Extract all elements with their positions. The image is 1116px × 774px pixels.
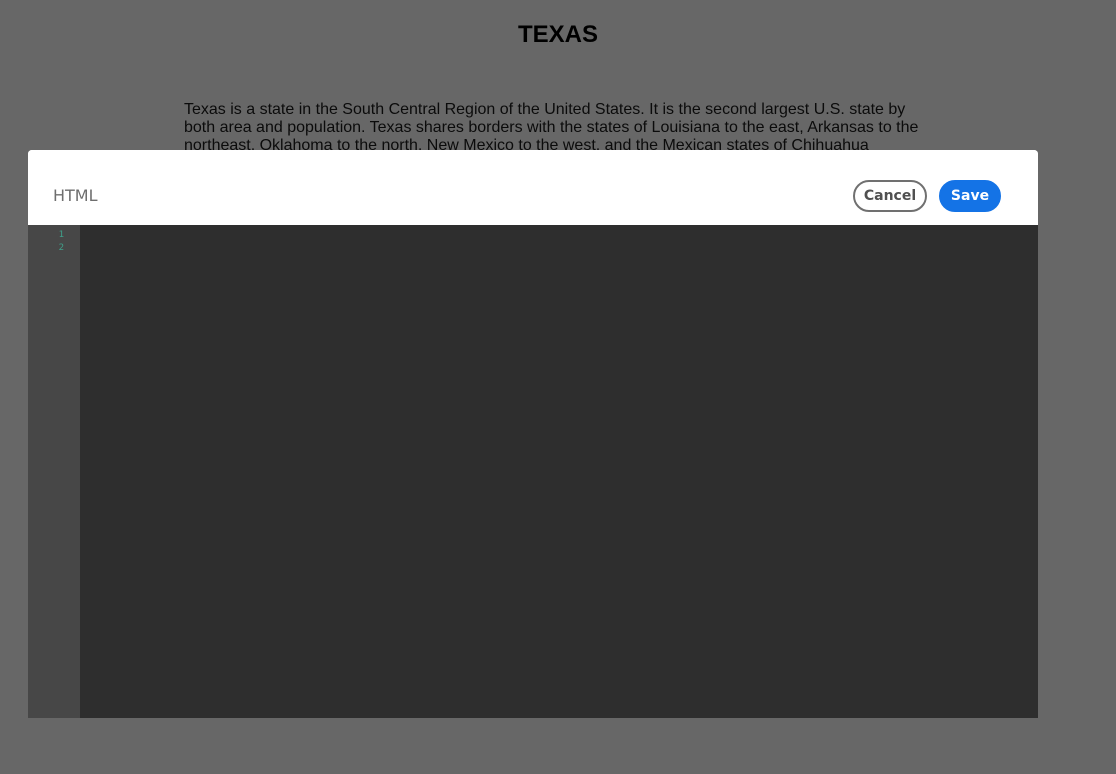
dialog-title: HTML: [53, 186, 98, 205]
code-editor: 1 2: [28, 225, 1038, 718]
line-number: 2: [58, 243, 64, 253]
page: TEXAS Texas is a state in the South Cent…: [0, 0, 1116, 774]
page-title: TEXAS: [517, 21, 598, 48]
cancel-button[interactable]: Cancel: [853, 180, 927, 212]
line-number-gutter: 1 2: [28, 225, 80, 718]
code-input-area[interactable]: [80, 225, 1038, 718]
line-number: 1: [58, 230, 64, 240]
save-button[interactable]: Save: [939, 180, 1001, 212]
page-paragraph: Texas is a state in the South Central Re…: [184, 101, 919, 154]
dialog-header: HTML Cancel Save: [28, 150, 1038, 225]
html-editor-dialog: HTML Cancel Save 1 2: [28, 150, 1038, 718]
